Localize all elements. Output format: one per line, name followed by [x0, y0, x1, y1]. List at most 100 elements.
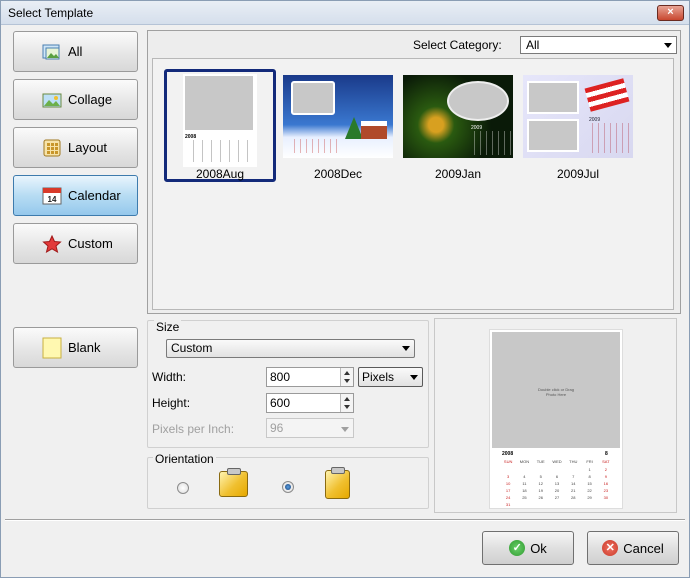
template-tile-2009jul[interactable]: 2009 2009Jul	[523, 71, 633, 181]
category-calendar-button[interactable]: 14 Calendar	[13, 175, 138, 216]
template-preview: Double click or Drag Photo Here 2008 8 S…	[434, 318, 677, 513]
star-icon	[42, 234, 62, 253]
category-all-button[interactable]: All	[13, 31, 138, 72]
category-select-value: All	[526, 38, 540, 52]
day-cell: 23	[603, 488, 609, 493]
unit-value: Pixels	[362, 370, 395, 384]
weekday-label: SAT	[602, 459, 610, 464]
day-cell: 17	[505, 488, 511, 493]
ppi-value: 96	[270, 421, 284, 435]
title-bar: Select Template ×	[1, 1, 689, 25]
category-layout-button[interactable]: Layout	[13, 127, 138, 168]
unit-select[interactable]: Pixels	[358, 367, 423, 387]
photo-landscape-icon	[42, 91, 62, 109]
day-cell: 14	[571, 481, 576, 486]
preview-year: 2008	[502, 451, 514, 457]
checkmark-icon: ✓	[509, 540, 526, 556]
photo-hint: Double click or Drag Photo Here	[537, 387, 574, 397]
height-spinner[interactable]: 600	[266, 393, 354, 413]
height-label: Height:	[152, 396, 191, 410]
size-preset-value: Custom	[171, 341, 213, 355]
day-cell: 4	[523, 474, 526, 479]
grid-layout-icon	[42, 139, 62, 157]
day-cell: 15	[587, 481, 592, 486]
size-group-label: Size	[154, 320, 182, 334]
preview-weekdays: SUN MON TUE WED THU FRI SAT	[500, 458, 614, 465]
day-cell	[500, 466, 516, 473]
template-thumbnail-2009jan: 2009	[403, 75, 513, 158]
landscape-clipboard-icon	[325, 467, 350, 499]
landscape-radio[interactable]	[282, 481, 294, 493]
day-cell: 16	[603, 481, 609, 486]
ppi-select: 96	[266, 418, 354, 438]
portrait-radio[interactable]	[177, 482, 189, 494]
ok-label: Ok	[530, 540, 547, 556]
weekday-label: SUN	[503, 459, 513, 464]
day-cell: 12	[538, 481, 543, 486]
weekday-label: FRI	[586, 459, 593, 464]
day-cell: 31	[505, 502, 511, 507]
day-cell: 18	[522, 488, 527, 493]
day-cell: 20	[554, 488, 560, 493]
picture-icon	[42, 43, 62, 61]
day-cell: 10	[505, 481, 511, 486]
close-button[interactable]: ×	[657, 5, 684, 21]
ok-button[interactable]: ✓ Ok	[482, 531, 574, 565]
width-spinner[interactable]: 800	[266, 367, 354, 387]
preview-days: 1 2 3 4 5 6 7 8 9 10 11 12 13 14 15 16 17 18 19 20 21 22 23 24 2…	[500, 466, 614, 508]
orientation-label: Orientation	[153, 452, 216, 466]
day-cell: 3	[507, 474, 510, 479]
calendar-icon: 14	[42, 187, 62, 205]
weekday-label: THU	[569, 459, 578, 464]
spin-buttons[interactable]	[340, 368, 353, 386]
template-tile-2009jan[interactable]: 2009 2009Jan	[403, 71, 513, 181]
day-cell: 21	[571, 488, 576, 493]
category-calendar-label: Calendar	[68, 188, 121, 203]
day-cell: 7	[572, 474, 575, 479]
photo-placeholder[interactable]: Double click or Drag Photo Here	[492, 332, 620, 448]
template-tile-2008dec[interactable]: 2008Dec	[283, 71, 393, 181]
day-cell: 24	[505, 495, 511, 500]
separator	[5, 519, 685, 521]
ppi-label: Pixels per Inch:	[152, 422, 235, 436]
cancel-button[interactable]: ✕ Cancel	[587, 531, 679, 565]
height-value: 600	[270, 396, 291, 410]
chevron-down-icon	[341, 427, 349, 432]
chevron-down-icon	[410, 375, 418, 380]
cancel-label: Cancel	[623, 540, 664, 556]
width-value: 800	[270, 370, 291, 384]
category-layout-label: Layout	[68, 140, 108, 155]
day-cell	[533, 466, 549, 473]
blank-label: Blank	[68, 340, 101, 355]
category-select[interactable]: All	[520, 36, 677, 54]
category-collage-button[interactable]: Collage	[13, 79, 138, 120]
portrait-clipboard-icon	[219, 468, 248, 497]
template-tile-2008aug[interactable]: 2008 2008Aug	[164, 69, 276, 182]
day-cell: 25	[522, 495, 527, 500]
chevron-down-icon	[402, 346, 410, 351]
calendar-icon-day: 14	[48, 195, 57, 204]
category-all-label: All	[68, 44, 83, 59]
preview-month: 8	[605, 451, 608, 457]
preview-page: Double click or Drag Photo Here 2008 8 S…	[489, 329, 623, 509]
template-caption: 2009Jan	[434, 167, 482, 181]
template-thumbnail-2008aug: 2008	[183, 74, 257, 167]
template-thumbnail-2008dec	[283, 75, 393, 158]
day-cell: 22	[587, 488, 592, 493]
select-template-dialog: Select Template × All Collage Layout 14 …	[0, 0, 690, 578]
category-custom-button[interactable]: Custom	[13, 223, 138, 264]
day-cell: 6	[555, 474, 559, 479]
day-cell: 8	[588, 474, 591, 479]
day-cell: 27	[554, 495, 560, 500]
spin-buttons[interactable]	[340, 394, 353, 412]
template-caption: 2008Aug	[195, 167, 245, 181]
blank-page-icon	[42, 337, 62, 359]
day-cell: 30	[603, 495, 609, 500]
blank-button[interactable]: Blank	[13, 327, 138, 368]
weekday-label: MON	[519, 459, 530, 464]
day-cell: 19	[538, 488, 543, 493]
select-category-label: Select Category:	[413, 38, 502, 52]
template-thumbnail-2009jul: 2009	[523, 75, 633, 158]
size-preset-select[interactable]: Custom	[166, 339, 415, 358]
day-cell: 28	[571, 495, 576, 500]
